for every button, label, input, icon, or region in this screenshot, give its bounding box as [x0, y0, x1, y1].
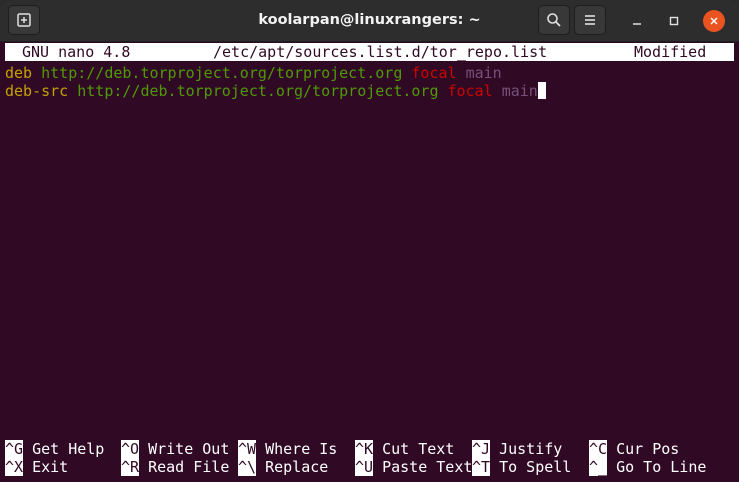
nano-status-bar: GNU nano 4.8 /etc/apt/sources.list.d/tor…: [5, 43, 734, 61]
shortcut-key: ^G: [5, 440, 24, 458]
shortcut-label: Write Out: [148, 440, 230, 458]
repo-component: main: [501, 82, 538, 100]
shortcut-key: ^R: [121, 458, 140, 476]
shortcut-where-is[interactable]: ^W Where Is: [238, 440, 337, 458]
shortcut-key: ^X: [5, 458, 24, 476]
shortcut-exit[interactable]: ^X Exit: [5, 458, 68, 476]
shortcut-label: Cur Pos: [616, 440, 680, 458]
shortcut-key: ^W: [238, 440, 257, 458]
hamburger-menu-icon: [585, 15, 595, 25]
shortcut-go-to-line[interactable]: ^_ Go To Line: [589, 458, 706, 476]
shortcut-label: Read File: [148, 458, 230, 476]
shortcut-label: Go To Line: [616, 458, 707, 476]
shortcut-label: Justify: [499, 440, 563, 458]
text-cursor: [537, 82, 546, 99]
shortcut-label: Replace: [265, 458, 329, 476]
repo-url: http://deb.torproject.org/torproject.org: [41, 64, 403, 82]
shortcut-key: ^T: [472, 458, 491, 476]
shortcut-label: Paste Text: [382, 458, 473, 476]
repo-dist: focal: [411, 64, 457, 82]
shortcut-to-spell[interactable]: ^T To Spell: [472, 458, 571, 476]
repo-component: main: [465, 64, 502, 82]
maximize-button[interactable]: [663, 10, 685, 32]
shortcut-key: ^_: [589, 458, 608, 476]
close-icon: [710, 17, 718, 25]
shortcut-key: ^O: [121, 440, 140, 458]
terminal-area[interactable]: GNU nano 4.8 /etc/apt/sources.list.d/tor…: [0, 42, 739, 482]
menu-button[interactable]: [574, 5, 606, 35]
shortcut-label: To Spell: [499, 458, 572, 476]
title-bar[interactable]: koolarpan@linuxrangers: ~: [0, 0, 739, 42]
repo-dist: focal: [447, 82, 493, 100]
shortcut-read-file[interactable]: ^R Read File: [121, 458, 229, 476]
shortcut-key: ^U: [355, 458, 374, 476]
nano-filename: /etc/apt/sources.list.d/tor_repo.list: [213, 43, 548, 61]
shortcut-cut-text[interactable]: ^K Cut Text: [355, 440, 454, 458]
repo-url: http://deb.torproject.org/torproject.org: [77, 82, 439, 100]
search-icon: [547, 13, 561, 27]
shortcut-label: Get Help: [32, 440, 105, 458]
shortcut-key: ^\: [238, 458, 257, 476]
file-line-2[interactable]: deb-src http://deb.torproject.org/torpro…: [5, 82, 546, 100]
repo-type: deb-src: [5, 82, 69, 100]
minimize-icon: [633, 23, 641, 25]
shortcut-key: ^K: [355, 440, 374, 458]
nano-modified-status: Modified: [634, 43, 707, 61]
shortcut-label: Where Is: [265, 440, 338, 458]
repo-type: deb: [5, 64, 33, 82]
shortcut-cur-pos[interactable]: ^C Cur Pos: [589, 440, 679, 458]
nano-version: GNU nano 4.8: [22, 43, 131, 61]
shortcut-paste-text[interactable]: ^U Paste Text: [355, 458, 472, 476]
shortcut-key: ^J: [472, 440, 491, 458]
maximize-icon: [669, 16, 679, 26]
minimize-button[interactable]: [626, 10, 648, 32]
shortcut-label: Exit: [32, 458, 69, 476]
shortcut-replace[interactable]: ^\ Replace: [238, 458, 328, 476]
search-button[interactable]: [538, 5, 570, 35]
shortcut-justify[interactable]: ^J Justify: [472, 440, 562, 458]
file-line-1[interactable]: deb http://deb.torproject.org/torproject…: [5, 64, 502, 82]
shortcut-key: ^C: [589, 440, 608, 458]
close-button[interactable]: [703, 10, 725, 32]
terminal-window: koolarpan@linuxrangers: ~ GNU nano 4.8 /…: [0, 0, 739, 482]
shortcut-label: Cut Text: [382, 440, 455, 458]
shortcut-write-out[interactable]: ^O Write Out: [121, 440, 229, 458]
shortcut-get-help[interactable]: ^G Get Help: [5, 440, 104, 458]
